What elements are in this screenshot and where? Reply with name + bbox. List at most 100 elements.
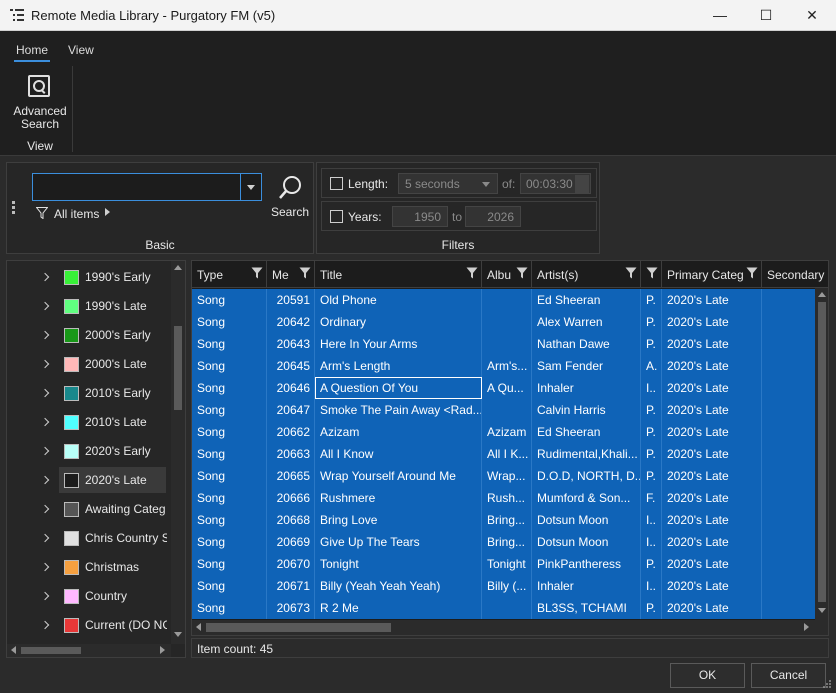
tree-item-category[interactable]: 2010's Early bbox=[7, 379, 177, 408]
table-cell[interactable]: 2020's Late bbox=[662, 487, 762, 509]
tab-home[interactable]: Home bbox=[13, 43, 51, 62]
category-tree[interactable]: 1990's Early 1990's Late 2000's Early 2000'… bbox=[6, 260, 186, 658]
column-header[interactable]: Type bbox=[192, 261, 267, 288]
grid-vertical-scrollbar[interactable] bbox=[815, 288, 828, 635]
scroll-up-arrow[interactable] bbox=[174, 265, 182, 270]
tree-item-category[interactable]: Christmas bbox=[7, 553, 177, 582]
chevron-right-icon[interactable] bbox=[40, 301, 50, 311]
table-cell[interactable]: 20647 bbox=[267, 399, 315, 421]
table-cell[interactable] bbox=[482, 597, 532, 619]
table-cell[interactable]: Song bbox=[192, 355, 267, 377]
table-cell[interactable]: PinkPantheress bbox=[532, 553, 641, 575]
table-cell[interactable]: I.. bbox=[641, 575, 662, 597]
table-cell[interactable]: Here In Your Arms bbox=[315, 333, 482, 355]
table-cell[interactable]: 2020's Late bbox=[662, 443, 762, 465]
table-row[interactable]: Song 20669 Give Up The Tears Bring... Dotsun… bbox=[192, 531, 828, 553]
table-cell[interactable]: Ed Sheeran bbox=[532, 421, 641, 443]
column-header[interactable]: Me bbox=[267, 261, 315, 288]
table-cell[interactable]: Wrap Yourself Around Me bbox=[315, 465, 482, 487]
column-filter-icon[interactable] bbox=[251, 267, 263, 279]
all-items-filter[interactable]: All items bbox=[54, 207, 99, 221]
table-cell[interactable]: 20669 bbox=[267, 531, 315, 553]
table-cell[interactable]: I.. bbox=[641, 531, 662, 553]
column-filter-icon[interactable] bbox=[299, 267, 311, 279]
tree-item-category[interactable]: 2020's Early bbox=[7, 437, 177, 466]
table-cell[interactable]: Song bbox=[192, 311, 267, 333]
table-cell[interactable]: Ordinary bbox=[315, 311, 482, 333]
column-header[interactable] bbox=[641, 261, 662, 288]
search-combo[interactable] bbox=[32, 173, 262, 201]
column-header[interactable]: Artist(s) bbox=[532, 261, 641, 288]
tree-item-category[interactable]: 2020's Late bbox=[7, 466, 177, 495]
table-cell[interactable]: 2020's Late bbox=[662, 553, 762, 575]
table-row[interactable]: Song 20671 Billy (Yeah Yeah Yeah) Billy (..… bbox=[192, 575, 828, 597]
table-cell[interactable]: 2020's Late bbox=[662, 421, 762, 443]
table-cell[interactable]: 2020's Late bbox=[662, 289, 762, 311]
table-cell[interactable]: Bring Love bbox=[315, 509, 482, 531]
table-cell[interactable]: Ed Sheeran bbox=[532, 289, 641, 311]
chevron-right-icon[interactable] bbox=[40, 475, 50, 485]
table-cell[interactable]: R 2 Me bbox=[315, 597, 482, 619]
table-cell[interactable]: 2020's Late bbox=[662, 531, 762, 553]
column-filter-icon[interactable] bbox=[646, 267, 658, 279]
table-cell[interactable]: A. bbox=[641, 355, 662, 377]
tree-item-category[interactable]: Country bbox=[7, 582, 177, 611]
chevron-right-icon[interactable] bbox=[40, 533, 50, 543]
table-cell[interactable]: 2020's Late bbox=[662, 597, 762, 619]
table-cell[interactable]: D.O.D, NORTH, D... bbox=[532, 465, 641, 487]
chevron-right-icon[interactable] bbox=[40, 272, 50, 282]
table-cell[interactable]: F. bbox=[641, 487, 662, 509]
table-cell[interactable]: 20663 bbox=[267, 443, 315, 465]
tab-view[interactable]: View bbox=[68, 43, 94, 57]
table-cell[interactable]: Inhaler bbox=[532, 377, 641, 399]
tree-item-category[interactable]: 2000's Early bbox=[7, 321, 177, 350]
table-cell[interactable] bbox=[482, 333, 532, 355]
table-cell[interactable]: Dotsun Moon bbox=[532, 509, 641, 531]
table-cell[interactable] bbox=[482, 399, 532, 421]
table-cell[interactable]: Nathan Dawe bbox=[532, 333, 641, 355]
table-cell[interactable]: 20671 bbox=[267, 575, 315, 597]
table-cell[interactable]: All I K... bbox=[482, 443, 532, 465]
scroll-right-arrow[interactable] bbox=[804, 623, 809, 631]
table-cell[interactable]: All I Know bbox=[315, 443, 482, 465]
table-cell[interactable]: Rudimental,Khali... bbox=[532, 443, 641, 465]
length-tolerance-select[interactable]: 5 seconds bbox=[398, 173, 498, 194]
table-cell[interactable]: 2020's Late bbox=[662, 509, 762, 531]
chevron-right-icon[interactable] bbox=[40, 591, 50, 601]
table-cell[interactable]: 20673 bbox=[267, 597, 315, 619]
column-header[interactable]: Title bbox=[315, 261, 482, 288]
tree-item-category[interactable]: Awaiting Categ bbox=[7, 495, 177, 524]
table-cell[interactable]: 2020's Late bbox=[662, 333, 762, 355]
table-row[interactable]: Song 20647 Smoke The Pain Away <Rad... Calv… bbox=[192, 399, 828, 421]
table-cell[interactable]: A Question Of You bbox=[315, 377, 482, 399]
table-cell[interactable]: Billy (... bbox=[482, 575, 532, 597]
scroll-left-arrow[interactable] bbox=[11, 646, 16, 654]
chevron-right-icon[interactable] bbox=[40, 388, 50, 398]
table-cell[interactable]: 20662 bbox=[267, 421, 315, 443]
grid-scroll-thumb[interactable] bbox=[818, 302, 826, 602]
minimize-button[interactable]: — bbox=[697, 0, 743, 31]
app-menu-icon[interactable] bbox=[10, 8, 24, 22]
tree-item-category[interactable]: 1990's Late bbox=[7, 292, 177, 321]
table-cell[interactable]: Tonight bbox=[315, 553, 482, 575]
table-row[interactable]: Song 20670 Tonight Tonight PinkPantheress P. 2… bbox=[192, 553, 828, 575]
table-cell[interactable]: Billy (Yeah Yeah Yeah) bbox=[315, 575, 482, 597]
table-cell[interactable]: 20591 bbox=[267, 289, 315, 311]
table-cell[interactable]: Sam Fender bbox=[532, 355, 641, 377]
chevron-right-icon[interactable] bbox=[40, 562, 50, 572]
table-cell[interactable]: 2020's Late bbox=[662, 465, 762, 487]
scroll-left-arrow[interactable] bbox=[196, 623, 201, 631]
table-cell[interactable]: 20646 bbox=[267, 377, 315, 399]
length-checkbox[interactable] bbox=[330, 177, 343, 190]
spin-up-icon[interactable] bbox=[575, 175, 589, 184]
chevron-right-icon[interactable] bbox=[40, 330, 50, 340]
table-row[interactable]: Song 20673 R 2 Me BL3SS, TCHAMI P. 2020's Lat… bbox=[192, 597, 828, 619]
table-cell[interactable]: Wrap... bbox=[482, 465, 532, 487]
table-cell[interactable]: Song bbox=[192, 553, 267, 575]
column-filter-icon[interactable] bbox=[746, 267, 758, 279]
table-cell[interactable]: P. bbox=[641, 597, 662, 619]
table-cell[interactable]: 2020's Late bbox=[662, 399, 762, 421]
table-row[interactable]: Song 20665 Wrap Yourself Around Me Wrap... D… bbox=[192, 465, 828, 487]
year-to-input[interactable]: 2026 bbox=[465, 206, 521, 227]
table-cell[interactable]: P. bbox=[641, 465, 662, 487]
